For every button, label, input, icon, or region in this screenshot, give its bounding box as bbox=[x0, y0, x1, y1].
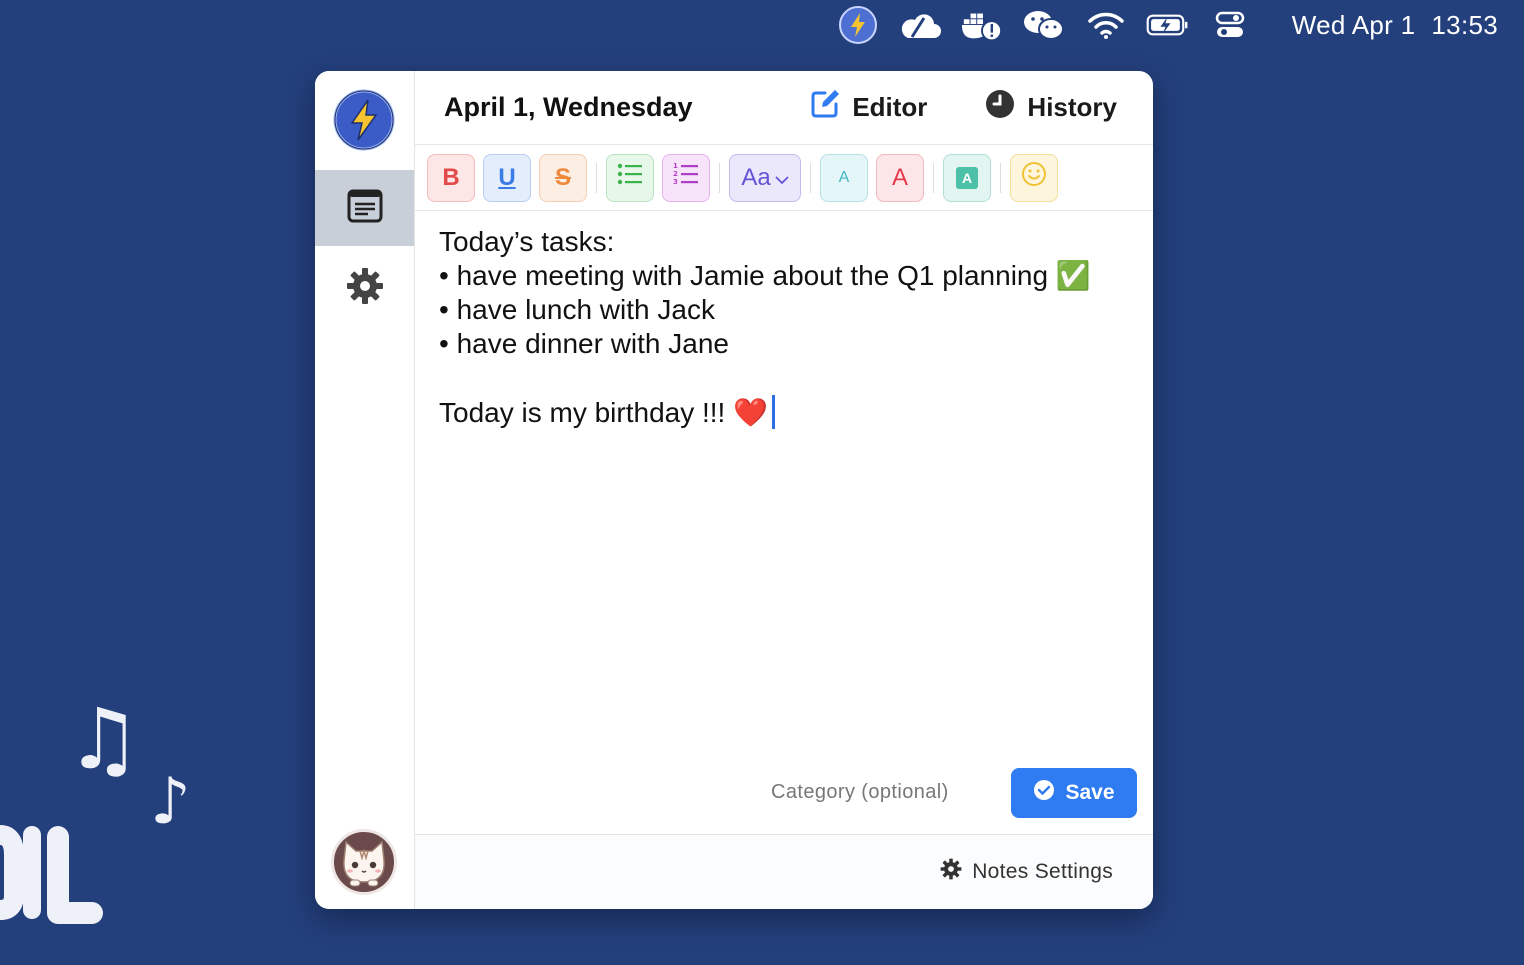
text-color-button[interactable]: A bbox=[876, 153, 924, 202]
font-size-dropdown[interactable]: Aa bbox=[729, 153, 801, 202]
editor-line: Today’s tasks: bbox=[439, 226, 615, 257]
footer: Notes Settings bbox=[415, 834, 1153, 909]
editor-button[interactable]: Editor bbox=[810, 89, 927, 126]
emoji-button[interactable] bbox=[1010, 153, 1058, 202]
toolbar-divider bbox=[933, 162, 934, 193]
format-toolbar: B U S 123 Aa A A A bbox=[415, 145, 1153, 211]
menu-time: 13:53 bbox=[1431, 9, 1498, 40]
clock-icon bbox=[985, 89, 1015, 126]
music-note-icon: ♪ bbox=[150, 765, 191, 839]
gear-icon bbox=[940, 858, 962, 886]
bullet-list-icon bbox=[617, 163, 643, 192]
save-label: Save bbox=[1065, 781, 1115, 804]
editor-line: • have dinner with Jane bbox=[439, 328, 729, 359]
editor-line: • have lunch with Jack bbox=[439, 294, 715, 325]
chevron-down-icon bbox=[775, 164, 789, 192]
highlight-button[interactable]: A bbox=[943, 153, 991, 202]
save-button[interactable]: Save bbox=[1011, 768, 1137, 818]
smiley-icon bbox=[1021, 161, 1047, 194]
menu-bar: Wed Apr 1 13:53 bbox=[0, 0, 1524, 50]
bold-button[interactable]: B bbox=[427, 153, 475, 202]
toolbar-divider bbox=[596, 162, 597, 193]
notes-settings-label: Notes Settings bbox=[972, 860, 1113, 883]
history-label: History bbox=[1027, 92, 1117, 122]
history-button[interactable]: History bbox=[985, 89, 1117, 126]
svg-text:1: 1 bbox=[673, 162, 678, 170]
numbered-list-icon: 123 bbox=[673, 162, 699, 193]
notes-icon bbox=[347, 189, 383, 228]
toolbar-divider bbox=[719, 162, 720, 193]
wechat-icon[interactable] bbox=[1022, 5, 1066, 45]
music-note-icon: ♫ bbox=[66, 690, 142, 788]
text-small-button[interactable]: A bbox=[820, 153, 868, 202]
note-editor[interactable]: Today’s tasks: • have meeting with Jamie… bbox=[415, 211, 1153, 444]
editor-last-line: Today is my birthday !!! ❤️ bbox=[439, 395, 1129, 430]
underline-button[interactable]: U bbox=[483, 153, 531, 202]
control-center-icon[interactable] bbox=[1208, 5, 1252, 45]
main-panel: April 1, Wednesday Editor History B U S bbox=[415, 71, 1153, 909]
bullet-list-button[interactable] bbox=[606, 153, 654, 202]
cloud-icon[interactable] bbox=[898, 5, 942, 45]
menu-clock[interactable]: Wed Apr 1 13:53 bbox=[1292, 10, 1498, 41]
svg-text:3: 3 bbox=[673, 178, 678, 186]
font-size-label: Aa bbox=[741, 163, 771, 191]
header: April 1, Wednesday Editor History bbox=[415, 71, 1153, 145]
category-input[interactable]: Category (optional) bbox=[771, 781, 949, 804]
editor-line: • have meeting with Jamie about the Q1 p… bbox=[439, 260, 1091, 291]
cat-avatar-icon bbox=[343, 840, 385, 887]
notes-settings-button[interactable]: Notes Settings bbox=[940, 858, 1113, 886]
editor-line: Today is my birthday !!! ❤️ bbox=[439, 397, 768, 428]
edit-icon bbox=[810, 89, 840, 126]
sidebar-item-notes[interactable] bbox=[315, 170, 414, 246]
sidebar-item-settings[interactable] bbox=[315, 250, 414, 326]
app-bolt-icon[interactable] bbox=[836, 5, 880, 45]
menu-date: Wed Apr 1 bbox=[1291, 9, 1416, 40]
wallpaper-letters-art bbox=[0, 825, 103, 924]
editor-label: Editor bbox=[852, 92, 928, 122]
gear-icon bbox=[346, 267, 384, 310]
toolbar-divider bbox=[810, 162, 811, 193]
page-title: April 1, Wednesday bbox=[444, 92, 693, 122]
svg-text:2: 2 bbox=[673, 170, 678, 178]
app-logo-icon bbox=[333, 89, 395, 151]
notes-window: April 1, Wednesday Editor History B U S bbox=[315, 71, 1153, 909]
check-circle-icon bbox=[1033, 779, 1055, 807]
docker-icon[interactable] bbox=[960, 5, 1004, 45]
avatar[interactable] bbox=[331, 829, 397, 895]
strikethrough-button[interactable]: S bbox=[539, 153, 587, 202]
numbered-list-button[interactable]: 123 bbox=[662, 153, 710, 202]
toolbar-divider bbox=[1000, 162, 1001, 193]
text-caret bbox=[771, 395, 775, 429]
sidebar bbox=[315, 71, 415, 909]
battery-charging-icon[interactable] bbox=[1146, 5, 1190, 45]
wifi-icon[interactable] bbox=[1084, 5, 1128, 45]
highlight-label: A bbox=[956, 166, 978, 189]
